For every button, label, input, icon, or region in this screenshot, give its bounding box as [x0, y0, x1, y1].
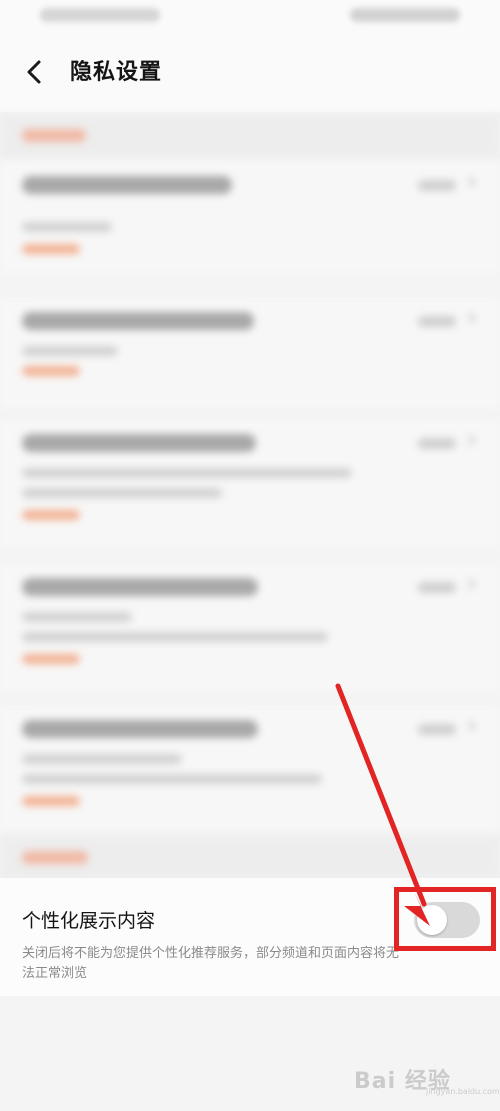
personalized-content-title: 个性化展示内容 — [22, 910, 156, 932]
watermark-subtext: jingyan.baidu.com — [426, 1087, 500, 1096]
permission-desc-blurred — [22, 774, 322, 784]
permission-item[interactable] — [0, 298, 500, 408]
chevron-right-icon — [464, 578, 476, 590]
permission-status-blurred — [418, 582, 456, 593]
permission-desc-blurred — [22, 488, 222, 498]
permission-item[interactable] — [0, 420, 500, 548]
permission-status-blurred — [418, 180, 456, 191]
permission-desc-blurred — [22, 468, 352, 478]
permission-desc-blurred — [22, 632, 328, 642]
status-carrier-blurred — [40, 8, 160, 22]
permission-link-blurred — [22, 796, 80, 806]
permission-title-blurred — [22, 578, 258, 596]
back-button[interactable] — [14, 52, 54, 92]
section-header-personalization — [0, 836, 500, 880]
back-chevron-icon — [27, 60, 41, 84]
chevron-right-icon — [464, 312, 476, 324]
permission-item[interactable] — [0, 162, 500, 274]
permission-status-blurred — [418, 316, 456, 327]
annotation-highlight-box — [394, 887, 496, 951]
permission-link-blurred — [22, 510, 80, 520]
permission-title-blurred — [22, 312, 254, 330]
permission-link-blurred — [22, 244, 80, 254]
permission-desc-blurred — [22, 754, 182, 764]
permission-item[interactable] — [0, 564, 500, 692]
personalized-content-description: 关闭后将不能为您提供个性化推荐服务，部分频道和页面内容将无法正常浏览 — [22, 946, 400, 981]
permission-status-blurred — [418, 438, 456, 449]
section-header-label-blurred — [22, 129, 86, 142]
top-bar: 隐私设置 — [0, 38, 500, 112]
permission-item[interactable] — [0, 706, 500, 832]
permission-desc-blurred — [22, 222, 112, 232]
permission-desc-blurred — [22, 612, 132, 622]
status-time-blurred — [350, 8, 460, 22]
section-header-permissions — [0, 114, 500, 158]
permission-link-blurred — [22, 654, 80, 664]
chevron-right-icon — [464, 176, 476, 188]
section-header-label-blurred — [22, 851, 88, 864]
permission-link-blurred — [22, 366, 80, 376]
permission-title-blurred — [22, 434, 256, 452]
permission-title-blurred — [22, 720, 258, 738]
page-title: 隐私设置 — [70, 60, 163, 85]
permission-status-blurred — [418, 724, 456, 735]
permission-desc-blurred — [22, 346, 118, 356]
chevron-right-icon — [464, 720, 476, 732]
permission-title-blurred — [22, 176, 232, 194]
status-bar — [0, 0, 500, 38]
chevron-right-icon — [464, 434, 476, 446]
baidu-jingyan-watermark: Bai 经验 jingyan.baidu.com — [354, 1057, 500, 1097]
